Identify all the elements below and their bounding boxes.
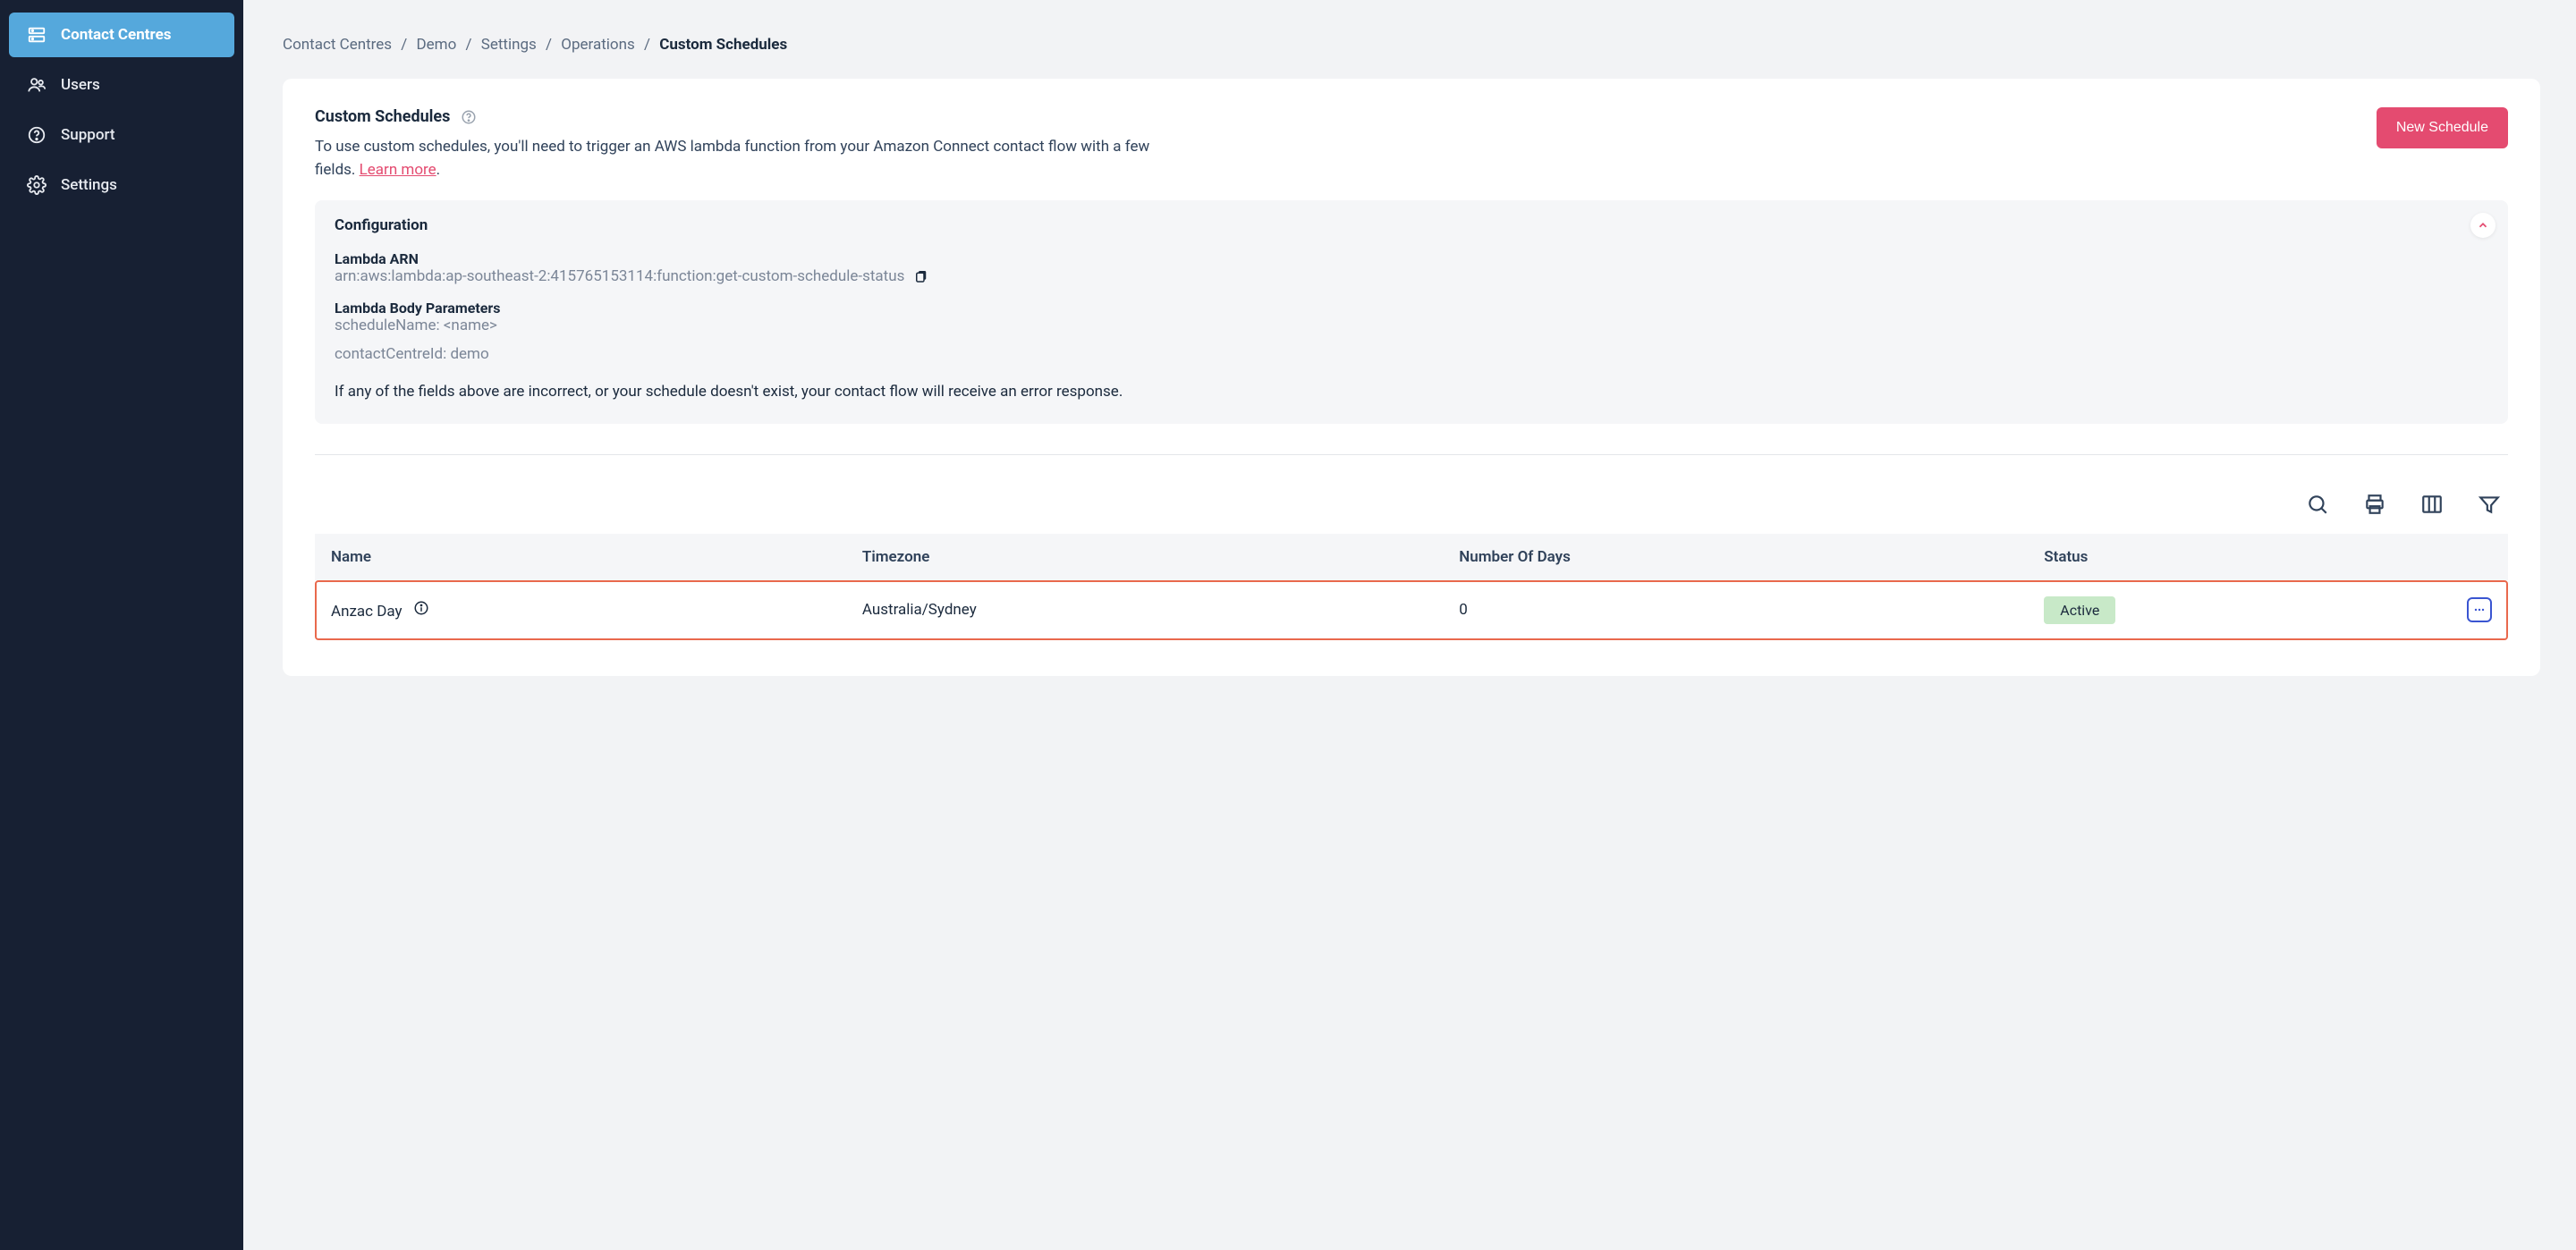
cell-days: 0	[1443, 580, 2028, 640]
columns-icon	[2420, 493, 2444, 516]
sidebar: Contact Centres Users Support Settings	[0, 0, 243, 1250]
breadcrumb-segment[interactable]: Settings	[481, 36, 537, 54]
configuration-title: Configuration	[335, 216, 2488, 234]
configuration-panel: Configuration Lambda ARN arn:aws:lambda:…	[315, 200, 2508, 424]
cell-timezone: Australia/Sydney	[846, 580, 1443, 640]
lambda-arn-field: Lambda ARN arn:aws:lambda:ap-southeast-2…	[335, 250, 2488, 285]
lambda-param-2: contactCentreId: demo	[335, 345, 2488, 363]
schedule-name: Anzac Day	[331, 603, 402, 621]
section-divider	[315, 454, 2508, 455]
filter-icon	[2478, 493, 2501, 516]
schedules-table: Name Timezone Number Of Days Status Anza…	[315, 534, 2508, 640]
row-actions-button[interactable]	[2467, 597, 2492, 622]
gear-icon	[27, 175, 47, 195]
breadcrumb-separator: /	[644, 36, 650, 54]
column-header-name[interactable]: Name	[315, 534, 846, 580]
sidebar-item-users[interactable]: Users	[9, 63, 234, 107]
new-schedule-button[interactable]: New Schedule	[2377, 107, 2508, 148]
section-description: To use custom schedules, you'll need to …	[315, 135, 1174, 182]
breadcrumb: Contact Centres / Demo / Settings / Oper…	[283, 36, 2540, 54]
lambda-params-label: Lambda Body Parameters	[335, 300, 2488, 317]
lambda-arn-value: arn:aws:lambda:ap-southeast-2:4157651531…	[335, 267, 904, 285]
sidebar-item-label: Users	[61, 76, 100, 94]
main-content: Contact Centres / Demo / Settings / Oper…	[243, 0, 2576, 1250]
sidebar-item-label: Settings	[61, 176, 117, 194]
content-card: Custom Schedules To use custom schedules…	[283, 79, 2540, 676]
cell-status: Active	[2028, 580, 2451, 640]
breadcrumb-separator: /	[466, 36, 472, 54]
print-button[interactable]	[2361, 491, 2388, 518]
column-header-timezone[interactable]: Timezone	[846, 534, 1443, 580]
breadcrumb-segment[interactable]: Operations	[561, 36, 635, 54]
columns-button[interactable]	[2419, 491, 2445, 518]
status-badge: Active	[2044, 596, 2115, 624]
search-icon	[2306, 493, 2329, 516]
breadcrumb-separator: /	[546, 36, 552, 54]
lambda-params-field: Lambda Body Parameters scheduleName: <na…	[335, 300, 2488, 363]
chevron-up-icon	[2477, 219, 2489, 232]
breadcrumb-current: Custom Schedules	[659, 36, 787, 54]
breadcrumb-separator: /	[401, 36, 407, 54]
sidebar-item-contact-centres[interactable]: Contact Centres	[9, 13, 234, 57]
section-description-suffix: .	[436, 161, 440, 179]
lambda-arn-value-row: arn:aws:lambda:ap-southeast-2:4157651531…	[335, 267, 2488, 285]
collapse-panel-button[interactable]	[2470, 213, 2496, 238]
sidebar-item-label: Support	[61, 126, 115, 144]
lambda-arn-label: Lambda ARN	[335, 250, 2488, 267]
search-button[interactable]	[2304, 491, 2331, 518]
sidebar-item-settings[interactable]: Settings	[9, 163, 234, 207]
section-title-row: Custom Schedules	[315, 107, 477, 126]
section-title-text: Custom Schedules	[315, 107, 450, 126]
lambda-param-1: scheduleName: <name>	[335, 317, 2488, 334]
breadcrumb-segment[interactable]: Demo	[417, 36, 457, 54]
sidebar-item-label: Contact Centres	[61, 26, 172, 44]
cell-actions	[2451, 580, 2508, 640]
filter-button[interactable]	[2476, 491, 2503, 518]
breadcrumb-segment[interactable]: Contact Centres	[283, 36, 392, 54]
print-icon	[2363, 493, 2386, 516]
server-icon	[27, 25, 47, 45]
table-row[interactable]: Anzac Day Australia/Sydney 0 Active	[315, 580, 2508, 640]
column-header-status[interactable]: Status	[2028, 534, 2451, 580]
copy-icon[interactable]	[913, 268, 929, 284]
configuration-note: If any of the fields above are incorrect…	[335, 383, 2488, 401]
more-horizontal-icon	[2472, 603, 2487, 617]
help-circle-icon	[27, 125, 47, 145]
help-tooltip-icon[interactable]	[461, 109, 477, 125]
section-header: Custom Schedules To use custom schedules…	[315, 107, 2508, 182]
learn-more-link[interactable]: Learn more	[360, 161, 436, 179]
users-icon	[27, 75, 47, 95]
cell-name: Anzac Day	[315, 580, 846, 640]
info-icon[interactable]	[413, 600, 429, 616]
table-header-row: Name Timezone Number Of Days Status	[315, 534, 2508, 580]
column-header-days[interactable]: Number Of Days	[1443, 534, 2028, 580]
table-toolbar	[315, 491, 2508, 534]
sidebar-item-support[interactable]: Support	[9, 113, 234, 157]
